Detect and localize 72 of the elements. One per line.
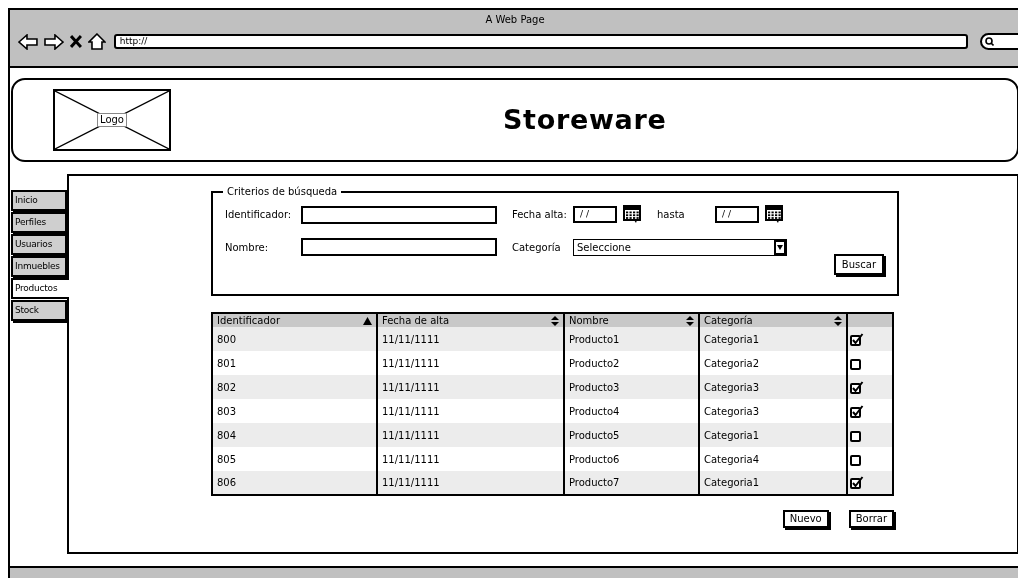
app-title: Storeware [503, 102, 667, 137]
table-cell: 805 [212, 447, 377, 471]
action-button[interactable]: Nuevo [782, 510, 829, 528]
table-cell: 11/11/1111 [377, 399, 564, 423]
action-button[interactable]: Borrar [848, 510, 894, 528]
checkbox[interactable] [850, 332, 864, 346]
table-cell: 800 [212, 327, 377, 351]
date-field[interactable]: / / [573, 206, 617, 223]
nav-tab[interactable]: Perfiles [11, 212, 67, 233]
checkbox[interactable] [850, 452, 864, 466]
back-icon[interactable] [18, 33, 38, 50]
forward-icon[interactable] [43, 33, 64, 50]
sort-icon[interactable] [686, 315, 694, 326]
table-cell: 11/11/1111 [377, 447, 564, 471]
search-button[interactable]: Buscar [833, 254, 884, 275]
table-cell: Categoria2 [699, 351, 847, 375]
table-cell: 11/11/1111 [377, 351, 564, 375]
field-label: Categoría [512, 240, 562, 255]
nav-tab[interactable]: Stock [11, 300, 67, 321]
input-field[interactable] [301, 238, 497, 256]
table-cell: Categoria3 [699, 375, 847, 399]
table-cell: 806 [212, 471, 377, 495]
table-cell: 11/11/1111 [377, 327, 564, 351]
calendar-icon[interactable] [623, 205, 641, 224]
field-label: hasta [657, 208, 686, 222]
sort-icon[interactable] [551, 315, 559, 326]
table-cell: 802 [212, 375, 377, 399]
table-cell: Producto1 [564, 327, 699, 351]
close-icon[interactable] [69, 35, 82, 48]
dropdown-caret-icon [774, 239, 786, 255]
nav-tab[interactable]: Usuarios [11, 234, 67, 255]
calendar-icon[interactable] [765, 205, 783, 224]
sort-icon[interactable] [834, 315, 842, 326]
table-cell: Categoria1 [699, 423, 847, 447]
table-cell: Producto7 [564, 471, 699, 495]
checkbox[interactable] [850, 404, 864, 418]
table-cell: 803 [212, 399, 377, 423]
field-label: Fecha alta: [512, 208, 568, 222]
table-cell: Producto2 [564, 351, 699, 375]
table-cell: 804 [212, 423, 377, 447]
nav-tab[interactable]: Productos [11, 278, 69, 299]
address-bar[interactable]: http:// [113, 34, 969, 49]
table-cell: Categoria1 [699, 471, 847, 495]
sort-ascending-icon[interactable] [363, 316, 372, 325]
logo-label: Logo [97, 112, 127, 128]
table-cell: Producto5 [564, 423, 699, 447]
checkbox[interactable] [850, 428, 864, 442]
table-cell: 11/11/1111 [377, 471, 564, 495]
checkbox[interactable] [850, 356, 864, 370]
field-label: Identificador: [225, 208, 293, 222]
category-dropdown[interactable]: Seleccione [573, 238, 787, 256]
table-cell: Producto4 [564, 399, 699, 423]
search-icon [985, 37, 995, 46]
table-cell: Categoria1 [699, 327, 847, 351]
checkbox[interactable] [850, 380, 864, 394]
table-cell: Producto6 [564, 447, 699, 471]
checkbox[interactable] [850, 476, 864, 489]
table-cell: 11/11/1111 [377, 375, 564, 399]
input-field[interactable] [301, 205, 497, 224]
home-icon[interactable] [87, 33, 106, 50]
window-title: A Web Page [485, 13, 545, 27]
table-cell: 11/11/1111 [377, 423, 564, 447]
section-title: Criterios de búsqueda [226, 185, 339, 199]
table-cell: 801 [212, 351, 377, 375]
table-cell: Producto3 [564, 375, 699, 399]
table-cell: Categoria4 [699, 447, 847, 471]
table-cell: Categoria3 [699, 399, 847, 423]
nav-tab[interactable]: Inmuebles [11, 256, 67, 277]
field-label: Nombre: [225, 240, 270, 255]
search-field[interactable] [980, 33, 1018, 50]
date-field[interactable]: / / [715, 206, 759, 223]
nav-tab[interactable]: Inicio [11, 190, 67, 211]
